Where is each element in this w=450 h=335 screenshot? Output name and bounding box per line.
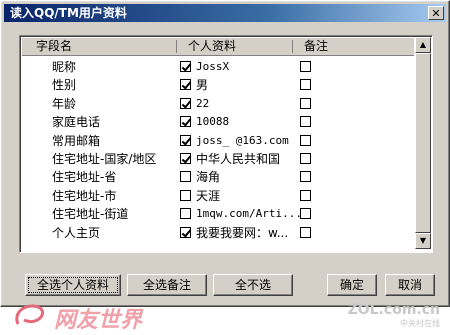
column-divider[interactable]: [176, 40, 177, 53]
vertical-scrollbar[interactable]: ▲ ▼: [415, 37, 431, 249]
scroll-up-arrow-icon[interactable]: ▲: [415, 37, 431, 53]
cancel-button[interactable]: 取消: [385, 274, 435, 296]
zol-watermark-text: ZOL.com.cn: [347, 302, 440, 318]
field-value: 1mqw.com/Arti...: [196, 207, 302, 221]
select-none-button[interactable]: 全不选: [213, 274, 293, 296]
note-checkbox[interactable]: [300, 61, 311, 72]
field-name: 住宅地址-市: [52, 188, 117, 203]
field-name: 个人主页: [52, 225, 101, 240]
note-checkbox[interactable]: [300, 79, 311, 91]
column-header-field[interactable]: 字段名: [36, 38, 72, 55]
select-all-notes-button[interactable]: 全选备注: [127, 274, 207, 296]
field-name: 住宅地址-国家/地区: [52, 152, 157, 166]
field-value: 22: [196, 96, 210, 110]
note-checkbox[interactable]: [300, 189, 311, 201]
column-header-info[interactable]: 个人资料: [188, 38, 236, 55]
info-checkbox[interactable]: [180, 189, 191, 201]
window-title: 读入QQ/TM用户资料: [10, 6, 127, 20]
table-row[interactable]: 住宅地址-街道 1mqw.com/Arti...: [22, 205, 414, 223]
field-name: 性别: [52, 78, 77, 93]
field-value: 男: [196, 78, 209, 93]
field-name: 家庭电话: [52, 115, 101, 130]
table-row[interactable]: 住宅地址-国家/地区 中华人民共和国: [22, 150, 414, 168]
scroll-thumb[interactable]: [415, 53, 431, 233]
watermark-text: 网友世界: [54, 308, 143, 333]
note-checkbox[interactable]: [300, 116, 311, 128]
table-row[interactable]: 住宅地址-省 海角: [22, 168, 414, 186]
note-checkbox[interactable]: [300, 208, 311, 220]
site-watermark-logo: 网友世界: [10, 300, 230, 334]
column-divider[interactable]: [292, 40, 293, 53]
table-row[interactable]: 性别 男: [22, 76, 414, 94]
field-name: 昵称: [52, 60, 77, 74]
field-value: joss_ @163.com: [196, 133, 289, 147]
info-checkbox[interactable]: [180, 171, 191, 183]
table-row[interactable]: 家庭电话 10088: [22, 113, 414, 131]
scroll-down-arrow-icon[interactable]: ▼: [415, 233, 431, 249]
column-header-note[interactable]: 备注: [304, 38, 328, 55]
field-value: JossX: [196, 60, 230, 73]
table-row[interactable]: 昵称 JossX: [22, 58, 414, 76]
info-checkbox[interactable]: [180, 153, 191, 164]
note-checkbox[interactable]: [300, 134, 311, 146]
note-checkbox[interactable]: [300, 97, 311, 109]
field-name: 住宅地址-省: [52, 170, 117, 185]
info-checkbox[interactable]: [180, 208, 191, 220]
table-row[interactable]: 住宅地址-市 天涯: [22, 187, 414, 205]
watermark-swirl-icon: [15, 304, 45, 325]
select-all-info-button[interactable]: 全选个人资料: [25, 274, 121, 296]
field-name: 常用邮箱: [52, 133, 101, 148]
list-header: 字段名 个人资料 备注: [22, 38, 414, 56]
title-bar[interactable]: 读入QQ/TM用户资料 ✕: [4, 4, 446, 22]
info-checkbox[interactable]: [180, 134, 191, 146]
info-checkbox[interactable]: [180, 116, 191, 128]
info-checkbox[interactable]: [180, 226, 191, 238]
ok-button[interactable]: 确定: [327, 274, 377, 296]
profile-field-list: 字段名 个人资料 备注 昵称 JossX 性别 男年龄 22 家庭电话 10088 常用邮箱 j…: [19, 35, 433, 253]
note-checkbox[interactable]: [300, 226, 311, 238]
field-value: 中华人民共和国: [196, 152, 281, 166]
field-value: 天涯: [196, 188, 221, 203]
table-row[interactable]: 常用邮箱 joss_ @163.com: [22, 132, 414, 150]
table-row[interactable]: 个人主页 我要我要网：w...: [22, 224, 414, 242]
field-value: 我要我要网：w...: [196, 225, 289, 240]
close-button[interactable]: ✕: [428, 6, 444, 20]
field-value: 海角: [196, 170, 221, 185]
field-name: 住宅地址-街道: [52, 207, 129, 222]
dialog-window: 读入QQ/TM用户资料 ✕ 字段名 个人资料 备注 昵称 JossX 性别 男年龄 22…: [0, 0, 450, 307]
info-checkbox[interactable]: [180, 97, 191, 109]
zol-watermark: ZOL.com.cn 中关村在线: [348, 302, 440, 329]
table-row[interactable]: 年龄 22: [22, 95, 414, 113]
field-name: 年龄: [52, 96, 77, 111]
zol-watermark-subtext: 中关村在线: [400, 319, 440, 328]
info-checkbox[interactable]: [180, 79, 191, 91]
note-checkbox[interactable]: [300, 153, 311, 164]
info-checkbox[interactable]: [180, 61, 191, 72]
field-value: 10088: [196, 115, 230, 129]
note-checkbox[interactable]: [300, 171, 311, 183]
